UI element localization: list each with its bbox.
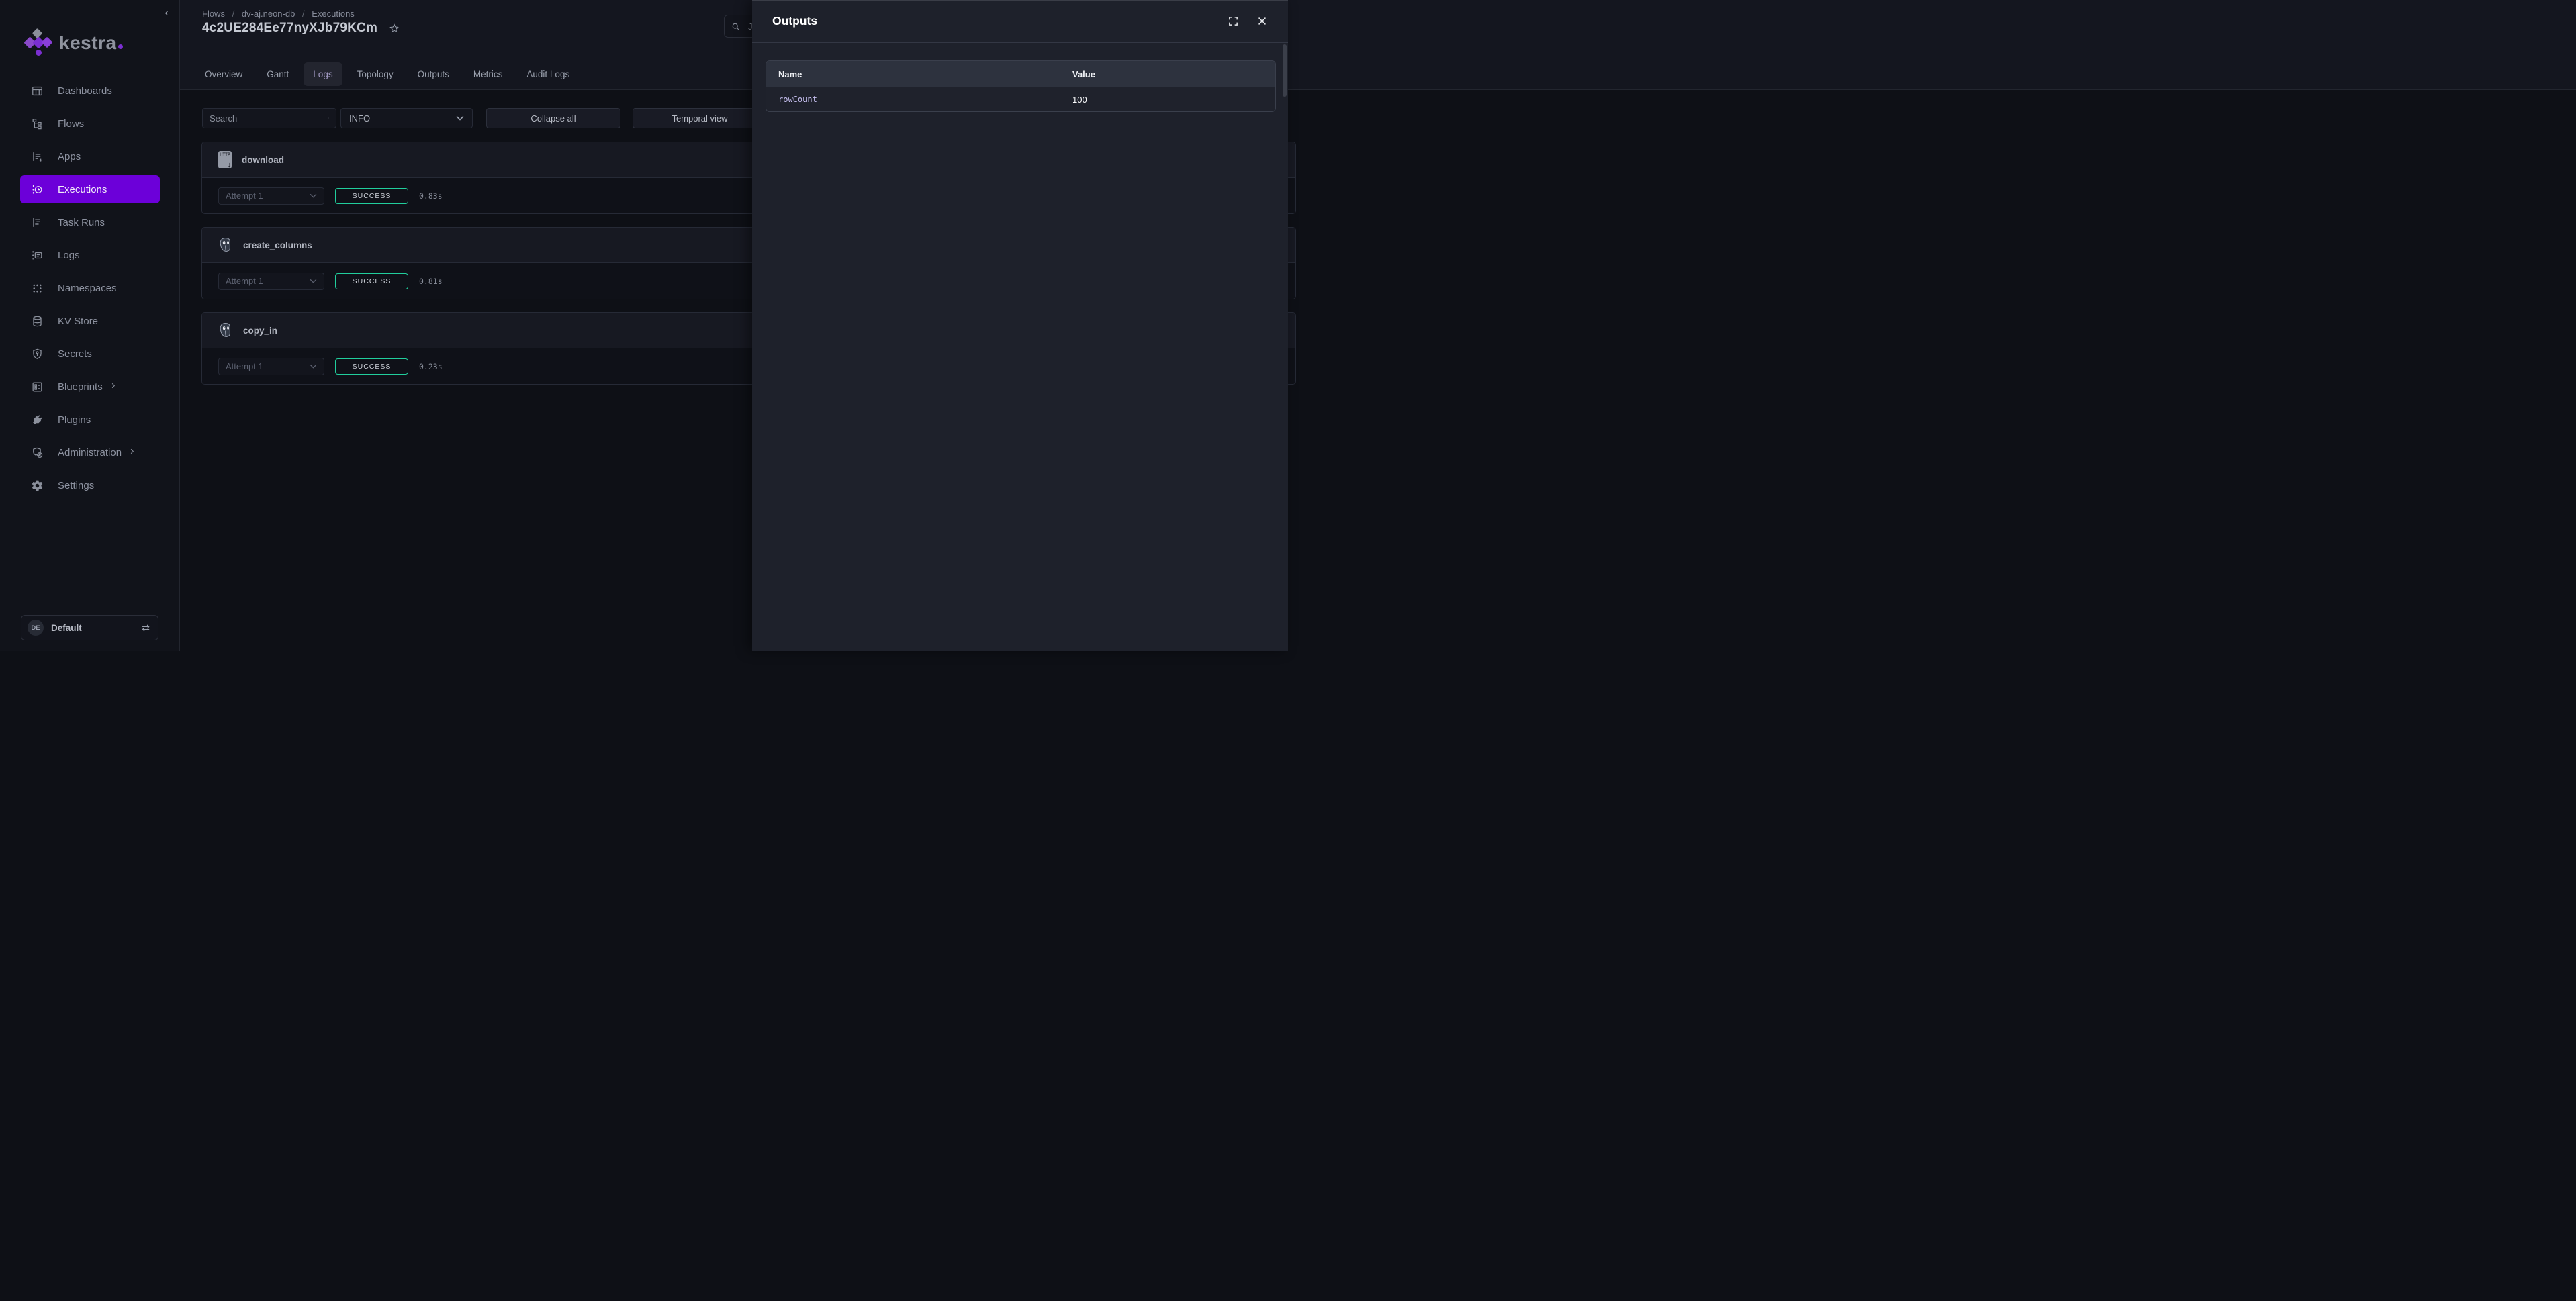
- power-plug-icon: [30, 412, 44, 427]
- execution-id-title: 4c2UE284Ee77nyXJb79KCm: [202, 21, 377, 36]
- postgresql-icon: [218, 322, 233, 338]
- dashboard-grid-icon: [30, 83, 44, 98]
- tenant-avatar: DE: [28, 620, 44, 636]
- task-duration: 0.81s: [419, 277, 443, 286]
- expand-fullscreen-icon[interactable]: [1228, 15, 1239, 27]
- chevron-down-icon: [310, 279, 317, 283]
- outputs-panel-title: Outputs: [772, 14, 1228, 28]
- postgresql-icon: [218, 237, 233, 253]
- blueprints-icon: [30, 379, 44, 394]
- tab-overview[interactable]: Overview: [195, 62, 252, 86]
- log-search-input[interactable]: [210, 113, 328, 124]
- tab-audit-logs[interactable]: Audit Logs: [517, 62, 579, 86]
- column-header-name: Name: [766, 69, 1071, 79]
- outputs-panel-header: Outputs: [752, 0, 1288, 43]
- sidebar-collapse-icon[interactable]: ‹: [165, 7, 169, 18]
- timeline-text-icon: [30, 248, 44, 262]
- search-icon: [328, 113, 329, 123]
- outputs-table-header: Name Value: [766, 61, 1275, 87]
- http-download-icon: HTTP↓: [218, 151, 232, 168]
- sidebar-item-blueprints[interactable]: Blueprints: [20, 373, 160, 401]
- execution-header: Flows / dv-aj.neon-db / Executions 4c2UE…: [180, 0, 2576, 90]
- log-level-select[interactable]: INFO: [340, 108, 473, 128]
- sidebar-item-secrets[interactable]: Secrets: [20, 340, 160, 368]
- outputs-table-row[interactable]: rowCount 100: [766, 87, 1275, 111]
- output-name: rowCount: [766, 95, 1071, 104]
- tab-logs[interactable]: Logs: [304, 62, 342, 86]
- attempt-select[interactable]: Attempt 1: [218, 358, 324, 375]
- dots-grid-icon: [30, 281, 44, 295]
- kestra-logo-icon: [26, 28, 51, 58]
- sidebar-item-namespaces[interactable]: Namespaces: [20, 274, 160, 302]
- logs-content: INFO Collapse all Temporal view HTTP↓ do…: [180, 90, 2576, 1301]
- chevron-down-icon: [310, 193, 317, 198]
- sidebar-item-administration[interactable]: Administration: [20, 438, 160, 467]
- chevron-right-icon: [128, 446, 136, 459]
- breadcrumb-namespace[interactable]: dv-aj.neon-db: [242, 9, 295, 19]
- status-badge: SUCCESS: [335, 273, 408, 289]
- sidebar-item-settings[interactable]: Settings: [20, 471, 160, 499]
- kestra-logo-text: kestra: [59, 32, 123, 54]
- execution-tabs: Overview Gantt Logs Topology Outputs Met…: [195, 62, 584, 86]
- timeline-clock-icon: [30, 182, 44, 197]
- scrollbar-thumb[interactable]: [1283, 44, 1287, 97]
- sidebar-item-kv-store[interactable]: KV Store: [20, 307, 160, 335]
- sidebar-item-dashboards[interactable]: Dashboards: [20, 77, 160, 105]
- chart-gantt-icon: [30, 215, 44, 230]
- task-duration: 0.23s: [419, 362, 443, 371]
- tab-topology[interactable]: Topology: [348, 62, 403, 86]
- attempt-select[interactable]: Attempt 1: [218, 273, 324, 290]
- attempt-select[interactable]: Attempt 1: [218, 187, 324, 205]
- kestra-logo[interactable]: kestra: [26, 28, 123, 58]
- output-value: 100: [1071, 95, 1275, 105]
- temporal-view-button[interactable]: Temporal view: [633, 108, 767, 128]
- outputs-panel: Outputs Name Value rowCount 100: [752, 0, 1288, 650]
- list-plus-icon: [30, 149, 44, 164]
- gear-icon: [30, 478, 44, 493]
- status-badge: SUCCESS: [335, 188, 408, 204]
- sidebar-item-plugins[interactable]: Plugins: [20, 405, 160, 434]
- sidebar-item-apps[interactable]: Apps: [20, 142, 160, 171]
- chevron-down-icon: [456, 115, 464, 121]
- breadcrumb-executions[interactable]: Executions: [312, 9, 355, 19]
- sidebar-item-task-runs[interactable]: Task Runs: [20, 208, 160, 236]
- close-icon[interactable]: [1256, 15, 1268, 27]
- shield-account-icon: [30, 445, 44, 460]
- breadcrumb: Flows / dv-aj.neon-db / Executions: [202, 9, 355, 19]
- sidebar-item-logs[interactable]: Logs: [20, 241, 160, 269]
- swap-arrows-icon: ⇄: [142, 622, 150, 634]
- sidebar-nav: Dashboards Flows Apps: [20, 77, 160, 504]
- chevron-down-icon: [310, 364, 317, 369]
- tab-gantt[interactable]: Gantt: [257, 62, 298, 86]
- chevron-right-icon: [109, 381, 117, 393]
- sidebar-item-flows[interactable]: Flows: [20, 109, 160, 138]
- sidebar: ‹ kestra Dashboards Flows: [0, 0, 180, 650]
- shield-key-icon: [30, 346, 44, 361]
- tenant-switcher[interactable]: DE Default ⇄: [21, 615, 158, 640]
- file-tree-icon: [30, 116, 44, 131]
- outputs-table: Name Value rowCount 100: [766, 60, 1276, 112]
- tab-metrics[interactable]: Metrics: [464, 62, 512, 86]
- database-icon: [30, 314, 44, 328]
- log-search-field[interactable]: [202, 108, 336, 128]
- task-duration: 0.83s: [419, 191, 443, 201]
- tab-outputs[interactable]: Outputs: [408, 62, 459, 86]
- collapse-all-button[interactable]: Collapse all: [486, 108, 620, 128]
- star-icon[interactable]: [389, 23, 400, 34]
- column-header-value: Value: [1071, 69, 1275, 79]
- breadcrumb-flows[interactable]: Flows: [202, 9, 225, 19]
- search-icon: [731, 22, 740, 31]
- status-badge: SUCCESS: [335, 358, 408, 375]
- sidebar-item-executions[interactable]: Executions: [20, 175, 160, 203]
